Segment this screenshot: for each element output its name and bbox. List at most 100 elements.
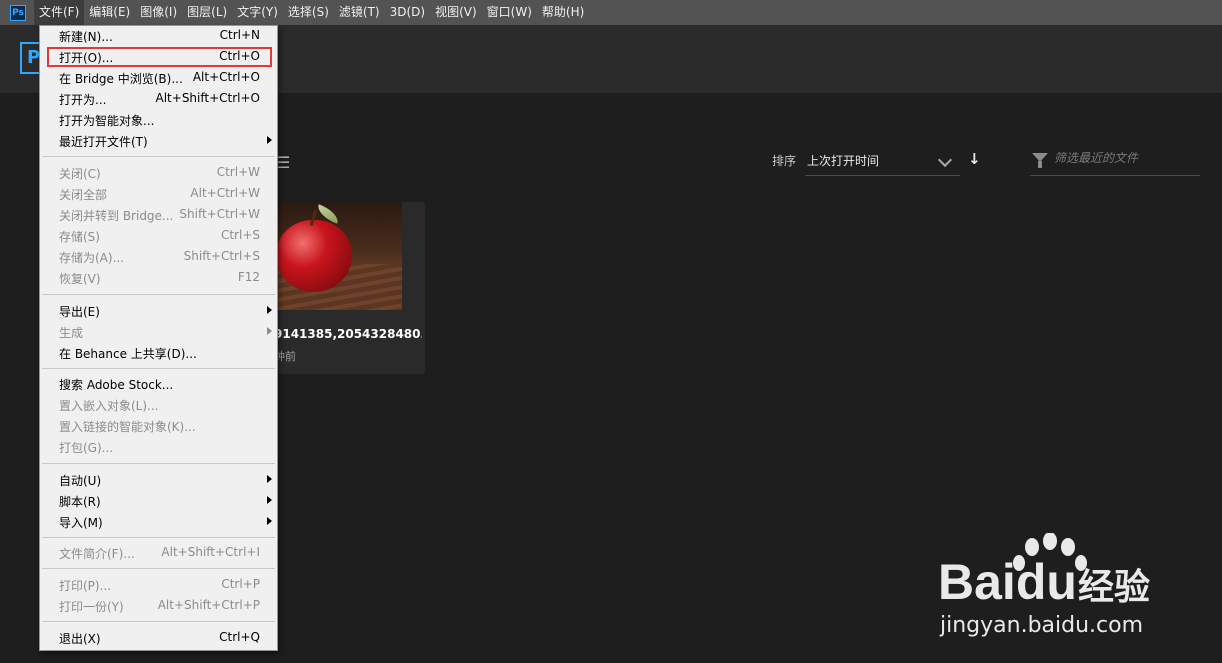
menu-item-label: 退出(X)	[59, 632, 101, 646]
menu-item-label: 关闭全部	[59, 188, 108, 202]
menubar-item[interactable]: 文件(F)	[34, 0, 85, 25]
menubar-item[interactable]: 编辑(E)	[84, 0, 135, 25]
file-menu-item[interactable]: 搜索 Adobe Stock...	[40, 373, 277, 394]
menu-item-shortcut: Alt+Ctrl+O	[192, 70, 260, 84]
menu-item-label: 最近打开文件(T)	[59, 135, 148, 149]
submenu-arrow-icon	[267, 306, 272, 314]
recent-file-thumbnail	[262, 202, 402, 310]
file-menu-item[interactable]: 打开为智能对象...	[40, 109, 277, 130]
file-menu-item[interactable]: 退出(X) Ctrl+Q	[40, 627, 277, 648]
sort-direction-arrow-icon[interactable]: ↓	[968, 150, 981, 168]
menu-item-label: 在 Bridge 中浏览(B)...	[59, 72, 183, 86]
menu-item-label: 搜索 Adobe Stock...	[59, 378, 174, 392]
menu-item-label: 新建(N)...	[59, 30, 113, 44]
menu-item-shortcut: Alt+Shift+Ctrl+I	[161, 545, 260, 559]
file-menu-dropdown: 新建(N)... Ctrl+N 打开(O)... Ctrl+O 在 Bridge 中浏览…	[39, 25, 278, 651]
menubar-item[interactable]: 窗口(W)	[482, 0, 537, 25]
file-menu-item[interactable]: 新建(N)... Ctrl+N	[40, 25, 277, 46]
file-menu-item[interactable]: 打印一份(Y) Alt+Shift+Ctrl+P	[40, 595, 277, 616]
menu-item-label: 文件简介(F)...	[59, 547, 135, 561]
file-menu-item[interactable]: 生成	[40, 321, 277, 342]
menu-separator	[42, 294, 275, 295]
file-menu-item[interactable]: 关闭(C) Ctrl+W	[40, 162, 277, 183]
menu-item-shortcut: Alt+Shift+Ctrl+P	[157, 598, 260, 612]
list-view-icon[interactable]: ☰	[276, 153, 290, 172]
menu-item-label: 打开为智能对象...	[59, 114, 155, 128]
menu-separator	[42, 156, 275, 157]
menubar-item[interactable]: 帮助(H)	[537, 0, 589, 25]
file-menu-item[interactable]: 打印(P)... Ctrl+P	[40, 574, 277, 595]
menu-item-label: 关闭并转到 Bridge...	[59, 209, 174, 223]
menubar: Ps 文件(F) 编辑(E) 图像(I) 图层(L) 文字(Y) 选择(S) 滤镜(T) 3D…	[0, 0, 1222, 25]
menubar-item[interactable]: 图层(L)	[182, 0, 232, 25]
menu-item-label: 打印一份(Y)	[59, 600, 124, 614]
menu-item-label: 存储(S)	[59, 230, 100, 244]
file-menu-item[interactable]: 导出(E)	[40, 300, 277, 321]
menu-item-shortcut: Ctrl+P	[221, 577, 260, 591]
recent-file-card[interactable]: 9141385,2054328480... 钟前	[262, 202, 425, 374]
menu-item-label: 存储为(A)...	[59, 251, 125, 265]
menu-separator	[42, 568, 275, 569]
sort-value: 上次打开时间	[807, 154, 880, 168]
file-menu-item[interactable]: 在 Bridge 中浏览(B)... Alt+Ctrl+O	[40, 67, 277, 88]
watermark-url: jingyan.baidu.com	[939, 613, 1143, 638]
menu-item-shortcut: Ctrl+Q	[219, 630, 260, 644]
menu-item-label: 在 Behance 上共享(D)...	[59, 347, 197, 361]
submenu-arrow-icon	[267, 496, 272, 504]
menubar-item[interactable]: 选择(S)	[283, 0, 334, 25]
menu-item-label: 导入(M)	[59, 516, 103, 530]
watermark-jingyan: 经验	[1078, 567, 1150, 608]
menu-item-label: 脚本(R)	[59, 495, 101, 509]
menu-item-shortcut: Alt+Shift+Ctrl+O	[155, 91, 260, 105]
file-menu-item[interactable]: 打开(O)... Ctrl+O	[40, 46, 277, 67]
submenu-arrow-icon	[267, 517, 272, 525]
menubar-items: 文件(F) 编辑(E) 图像(I) 图层(L) 文字(Y) 选择(S) 滤镜(T) 3D(D)…	[34, 0, 589, 25]
file-menu-item[interactable]: 关闭全部 Alt+Ctrl+W	[40, 183, 277, 204]
submenu-arrow-icon	[267, 475, 272, 483]
menu-item-label: 恢复(V)	[59, 272, 101, 286]
file-menu-item[interactable]: 导入(M)	[40, 511, 277, 532]
file-menu-item[interactable]: 打包(G)...	[40, 436, 277, 457]
menubar-item[interactable]: 3D(D)	[385, 0, 430, 25]
file-menu-item[interactable]: 在 Behance 上共享(D)...	[40, 342, 277, 363]
menu-item-shortcut: Shift+Ctrl+S	[183, 249, 260, 263]
filter-icon	[1032, 153, 1048, 168]
menu-item-label: 自动(U)	[59, 474, 102, 488]
menu-separator	[42, 368, 275, 369]
menu-item-label: 生成	[59, 326, 84, 340]
menu-item-shortcut: Ctrl+S	[220, 228, 260, 242]
sort-label: 排序	[772, 154, 797, 168]
file-menu-item[interactable]: 存储(S) Ctrl+S	[40, 225, 277, 246]
file-menu-item[interactable]: 置入嵌入对象(L)...	[40, 394, 277, 415]
filter-input[interactable]	[1054, 151, 1194, 165]
menu-item-shortcut: Ctrl+W	[216, 165, 260, 179]
menubar-item[interactable]: 文字(Y)	[232, 0, 283, 25]
file-menu-item[interactable]: 自动(U)	[40, 469, 277, 490]
menubar-item[interactable]: 滤镜(T)	[334, 0, 385, 25]
file-menu-item[interactable]: 最近打开文件(T)	[40, 130, 277, 151]
file-menu-item[interactable]: 关闭并转到 Bridge... Shift+Ctrl+W	[40, 204, 277, 225]
recent-file-name: 9141385,2054328480...	[274, 327, 422, 341]
file-menu-item[interactable]: 恢复(V) F12	[40, 267, 277, 288]
menubar-item[interactable]: 图像(I)	[135, 0, 182, 25]
menubar-item[interactable]: 视图(V)	[430, 0, 482, 25]
menu-separator	[42, 463, 275, 464]
file-menu-item[interactable]: 文件简介(F)... Alt+Shift+Ctrl+I	[40, 542, 277, 563]
menu-item-shortcut: Ctrl+O	[219, 49, 260, 63]
file-menu-item[interactable]: 脚本(R)	[40, 490, 277, 511]
chevron-down-icon	[937, 152, 953, 168]
menu-item-shortcut: Alt+Ctrl+W	[190, 186, 260, 200]
menu-separator	[42, 621, 275, 622]
watermark-brand: Baidu	[938, 554, 1077, 610]
file-menu-item[interactable]: 存储为(A)... Shift+Ctrl+S	[40, 246, 277, 267]
baidu-jingyan-watermark: Baidu 经验 jingyan.baidu.com	[938, 533, 1150, 638]
menu-item-shortcut: F12	[237, 270, 260, 284]
menu-item-label: 打开(O)...	[59, 51, 114, 65]
menu-item-label: 打印(P)...	[59, 579, 112, 593]
menu-item-label: 置入链接的智能对象(K)...	[59, 420, 196, 434]
menu-item-label: 关闭(C)	[59, 167, 101, 181]
menu-separator	[42, 537, 275, 538]
file-menu-item[interactable]: 置入链接的智能对象(K)...	[40, 415, 277, 436]
file-menu-item[interactable]: 打开为... Alt+Shift+Ctrl+O	[40, 88, 277, 109]
sort-select[interactable]: 上次打开时间	[805, 146, 960, 176]
